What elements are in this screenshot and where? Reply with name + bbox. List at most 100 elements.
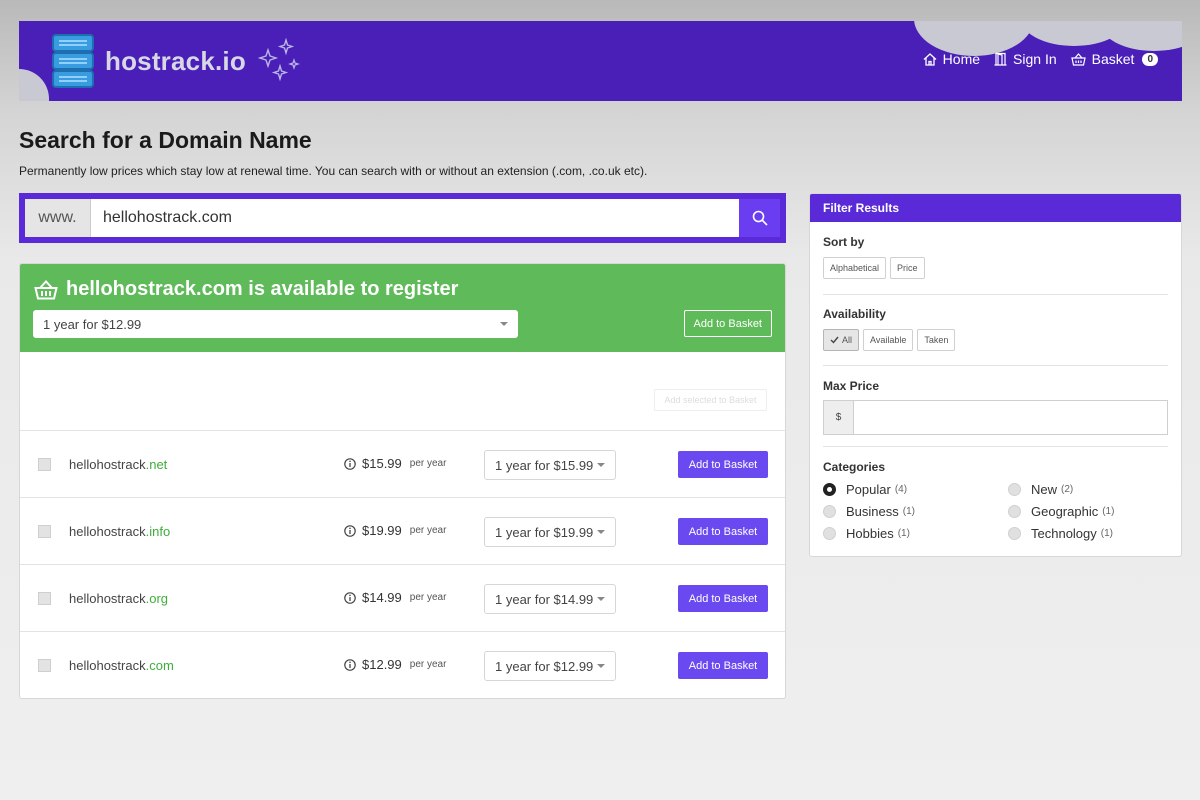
domain-price: $12.99 per year [344, 657, 446, 672]
radio[interactable] [823, 505, 836, 518]
add-to-basket-button[interactable]: Add to Basket [678, 585, 768, 612]
sort-options: Alphabetical Price [823, 257, 1168, 279]
divider [823, 294, 1168, 295]
nav-home[interactable]: Home [923, 51, 980, 67]
sort-alphabetical-button[interactable]: Alphabetical [823, 257, 887, 279]
category-count: (2) [1061, 484, 1074, 495]
sort-section: Sort by Alphabetical Price [823, 235, 1168, 279]
add-to-basket-button[interactable]: Add to Basket [678, 652, 768, 679]
radio[interactable] [1008, 505, 1021, 518]
category-count: (1) [1100, 528, 1114, 539]
domain-extension: .com [145, 658, 174, 673]
nav-basket[interactable]: Basket 0 [1070, 51, 1158, 67]
add-to-basket-button[interactable]: Add to Basket [678, 518, 768, 545]
row-checkbox[interactable] [38, 659, 51, 672]
availability-all-button[interactable]: All [823, 329, 860, 351]
availability-available-button[interactable]: Available [863, 329, 914, 351]
availability-headline-row: hellohostrack.com is available to regist… [34, 278, 458, 301]
term-select-value: 1 year for $15.99 [495, 457, 594, 473]
term-select[interactable]: 1 year for $19.99 [484, 517, 616, 547]
category-count: (1) [1102, 506, 1115, 517]
category-technology[interactable]: Technology (1) [1008, 525, 1168, 542]
filter-title: Filter Results [810, 194, 1181, 222]
category-business[interactable]: Business (1) [823, 503, 1008, 520]
domain-base: hellohostrack [69, 457, 146, 472]
info-icon[interactable] [344, 658, 356, 671]
price-value: $19.99 [362, 523, 402, 538]
term-select-value: 1 year for $12.99 [43, 316, 142, 332]
filter-panel: Filter Results Sort by Alphabetical Pric… [809, 193, 1182, 557]
category-hobbies[interactable]: Hobbies (1) [823, 525, 1008, 542]
logo[interactable]: hostrack.io [51, 33, 302, 89]
domain-name: hellohostrack.info [69, 524, 170, 539]
category-label: Popular [846, 482, 891, 497]
main-nav: Home Sign In Basket 0 [923, 51, 1158, 67]
home-icon [923, 52, 937, 66]
page-subtitle: Permanently low prices which stay low at… [19, 164, 648, 178]
category-popular[interactable]: Popular (4) [823, 481, 1008, 498]
server-logo-icon [52, 34, 94, 88]
info-icon[interactable] [344, 524, 356, 537]
sort-price-button[interactable]: Price [890, 257, 925, 279]
table-row: hellohostrack.net $15.99 per year 1 year … [20, 431, 785, 498]
price-value: $14.99 [362, 590, 402, 605]
sort-label: Sort by [823, 235, 865, 249]
categories-section: Categories Popular (4) New (2) Business (1)… [823, 460, 1168, 542]
caret-down-icon [597, 597, 605, 601]
category-geographic[interactable]: Geographic (1) [1008, 503, 1168, 520]
row-checkbox[interactable] [38, 458, 51, 471]
availability-section: Availability All Available Taken [823, 307, 1168, 351]
page-title: Search for a Domain Name [19, 127, 312, 153]
nav-sign-in-label: Sign In [1013, 51, 1057, 67]
info-icon[interactable] [344, 591, 356, 604]
categories-label: Categories [823, 460, 886, 474]
domain-price: $15.99 per year [344, 456, 446, 471]
term-select[interactable]: 1 year for $15.99 [484, 450, 616, 480]
caret-down-icon [597, 530, 605, 534]
term-select[interactable]: 1 year for $12.99 [484, 651, 616, 681]
category-count: (1) [902, 506, 915, 517]
search-prefix: www. [25, 199, 91, 237]
nav-sign-in[interactable]: Sign In [994, 51, 1057, 67]
term-select[interactable]: 1 year for $14.99 [484, 584, 616, 614]
max-price-label: Max Price [823, 379, 880, 393]
radio-selected[interactable] [823, 483, 836, 496]
category-label: New [1031, 482, 1058, 497]
availability-headline: hellohostrack.com is available to regist… [66, 278, 459, 300]
price-period: per year [409, 525, 447, 536]
add-to-basket-button[interactable]: Add to Basket [678, 451, 768, 478]
category-label: Geographic [1031, 504, 1099, 519]
basket-icon [34, 279, 58, 299]
domain-name: hellohostrack.org [69, 591, 168, 606]
max-price-field: $ [823, 400, 1168, 435]
row-checkbox[interactable] [38, 592, 51, 605]
results-card: hellohostrack.com is available to regist… [19, 263, 786, 699]
row-checkbox[interactable] [38, 525, 51, 538]
basket-icon [1070, 52, 1086, 66]
domain-extension: .info [145, 524, 171, 539]
categories-list: Popular (4) New (2) Business (1) Geographic… [823, 481, 1168, 542]
info-icon[interactable] [344, 457, 356, 470]
add-selected-button[interactable]: Add selected to Basket [654, 389, 767, 411]
availability-banner: hellohostrack.com is available to regist… [20, 264, 785, 352]
search-button[interactable] [739, 199, 780, 237]
category-label: Hobbies [846, 526, 894, 541]
bulk-actions: Add selected to Basket [20, 352, 785, 431]
availability-term-select[interactable]: 1 year for $12.99 [33, 310, 518, 338]
add-to-basket-button[interactable]: Add to Basket [683, 310, 772, 337]
max-price-input[interactable] [854, 401, 1167, 434]
domain-name: hellohostrack.com [69, 658, 174, 673]
radio[interactable] [1008, 527, 1021, 540]
category-new[interactable]: New (2) [1008, 481, 1168, 498]
decor-cloud [1099, 21, 1182, 51]
radio[interactable] [1008, 483, 1021, 496]
radio[interactable] [823, 527, 836, 540]
price-period: per year [409, 592, 447, 603]
availability-options: All Available Taken [823, 329, 1168, 351]
price-period: per year [409, 659, 447, 670]
term-select-value: 1 year for $19.99 [495, 524, 594, 540]
basket-count-badge: 0 [1142, 52, 1158, 66]
category-count: (1) [897, 528, 910, 539]
availability-taken-button[interactable]: Taken [917, 329, 956, 351]
domain-search-input[interactable] [91, 199, 739, 237]
